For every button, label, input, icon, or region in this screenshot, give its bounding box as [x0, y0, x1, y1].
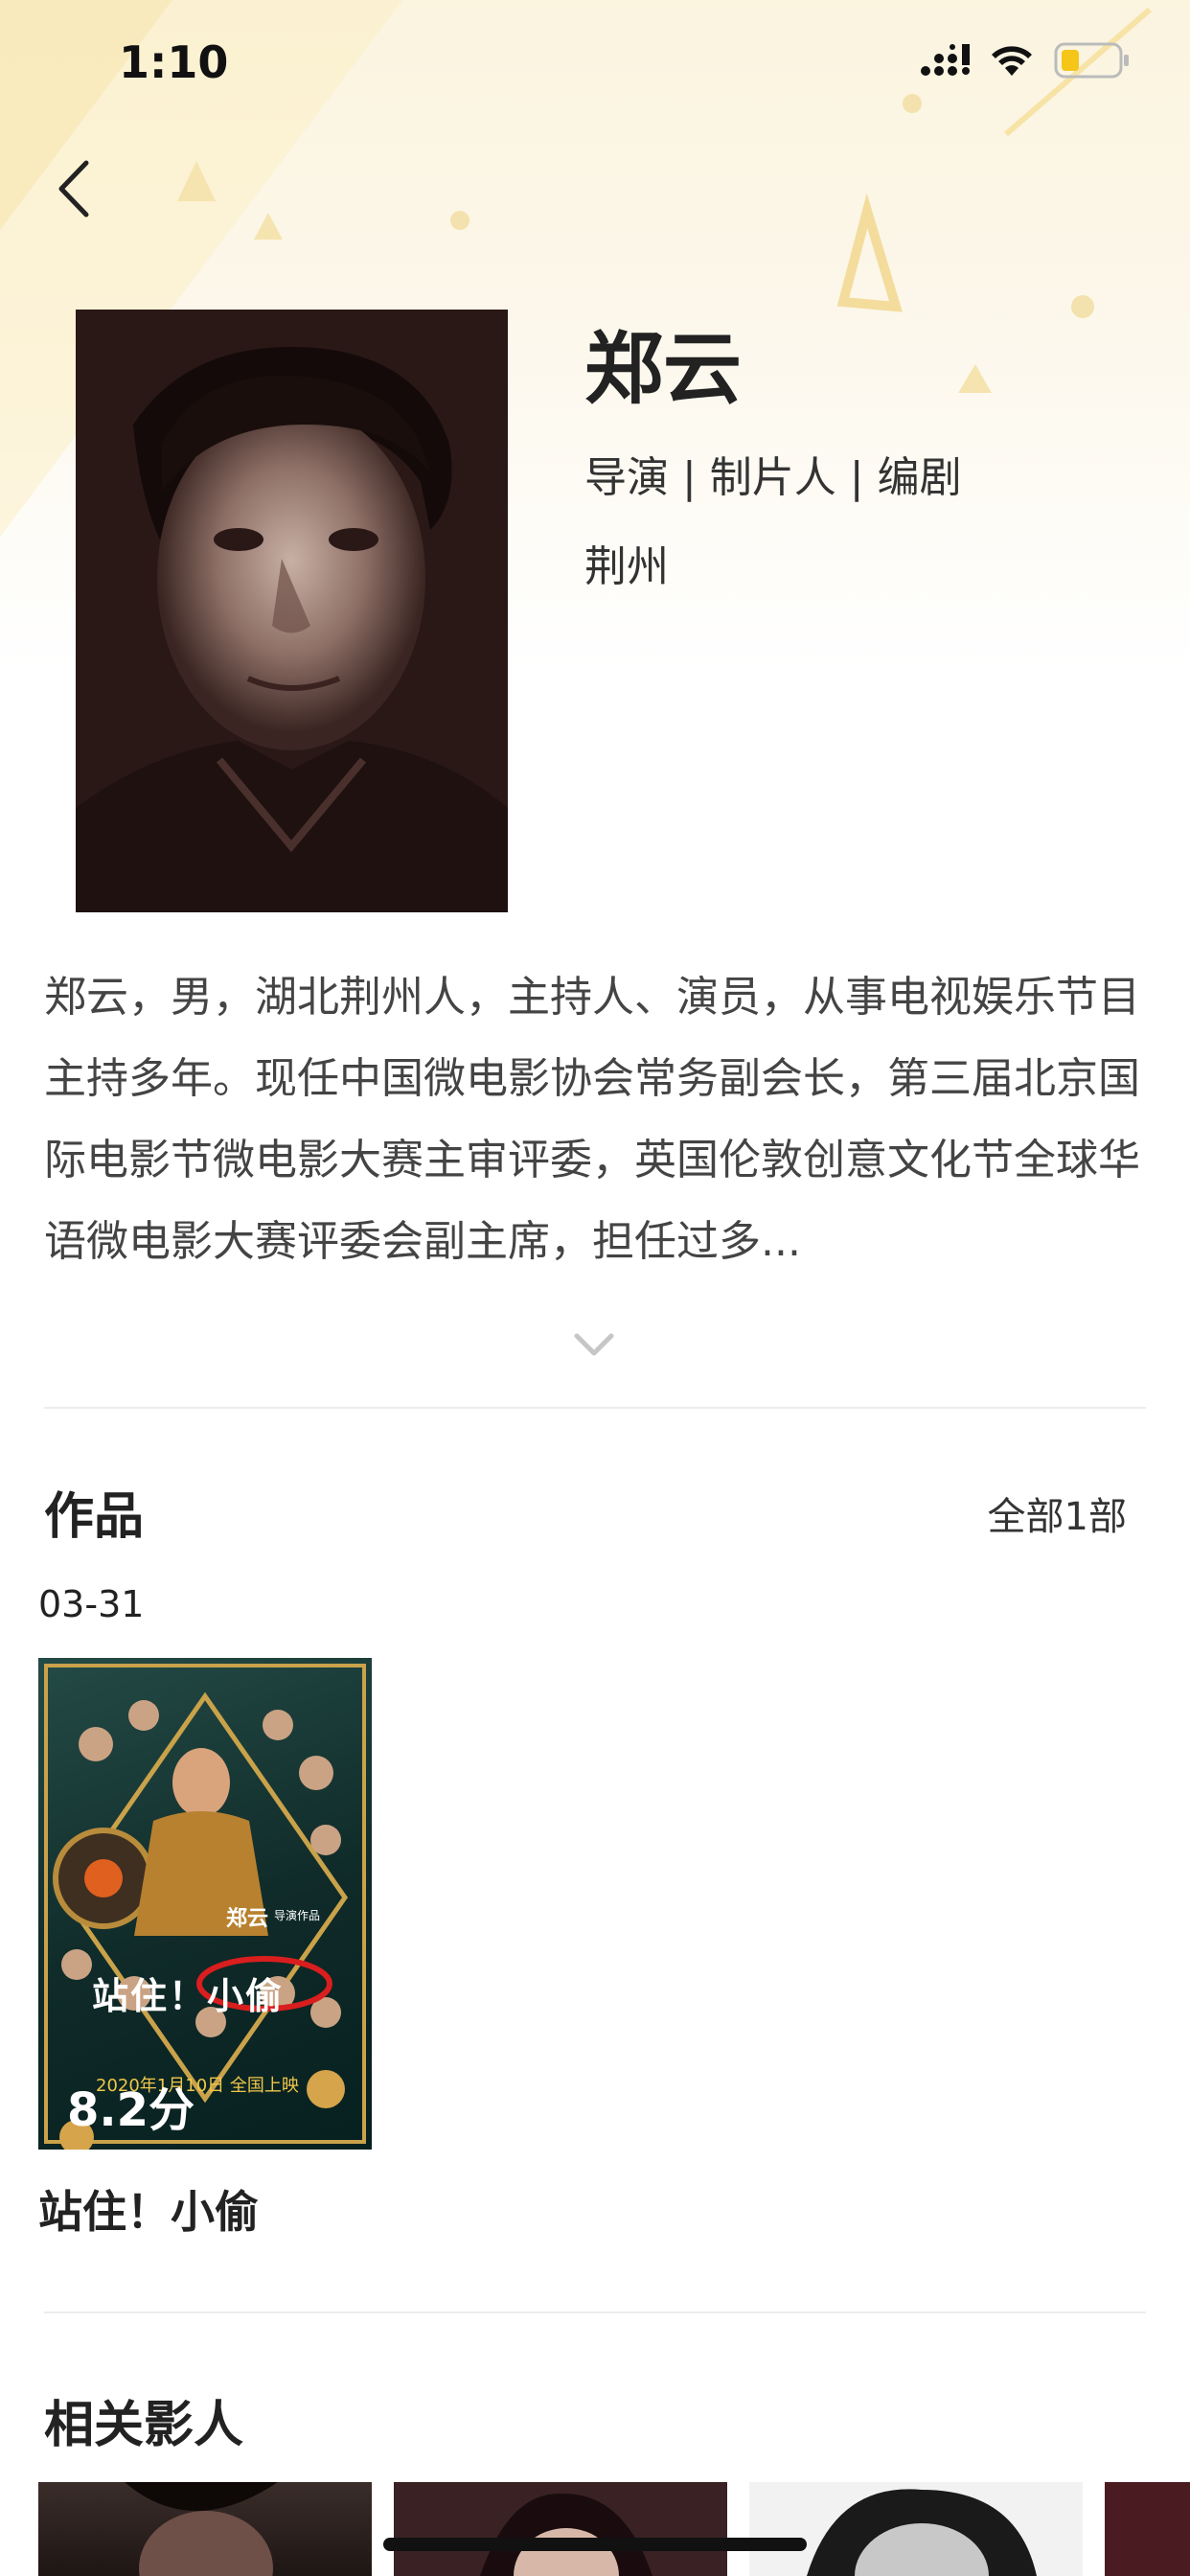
- works-section-title: 作品: [44, 1488, 145, 1546]
- person-hometown: 荆州: [584, 542, 669, 591]
- person-portrait: [76, 310, 508, 912]
- status-time: 1:10: [119, 36, 229, 88]
- related-person-card[interactable]: [394, 2482, 727, 2576]
- related-section-title: 相关影人: [44, 2397, 244, 2454]
- poster-director-credit: 郑云: [226, 1907, 269, 1931]
- work-title[interactable]: 站住！小偷: [38, 2177, 259, 2241]
- person-name: 郑云: [584, 324, 743, 415]
- divider: [44, 1407, 1146, 1409]
- poster-director-suffix: 导演作品: [274, 1909, 321, 1922]
- related-person-card[interactable]: [38, 2482, 372, 2576]
- divider: [44, 2312, 1146, 2313]
- person-roles: 导演 | 制片人 | 编剧: [584, 453, 962, 502]
- chevron-left-icon: [58, 160, 89, 218]
- person-bio: 郑云，男，湖北荆州人，主持人、演员，从事电视娱乐节目主持多年。现任中国微电影协会…: [44, 973, 1140, 1266]
- related-person-photo: [807, 2489, 1037, 2576]
- related-person-card[interactable]: [749, 2482, 1083, 2576]
- poster-logo: 站住！小偷: [92, 1975, 285, 2017]
- back-button[interactable]: [50, 155, 98, 222]
- wifi-icon: [992, 46, 1032, 76]
- status-icons: [920, 42, 1131, 79]
- work-rating: 8.2分: [67, 2083, 195, 2137]
- expand-bio-button[interactable]: [573, 1330, 615, 1359]
- cellular-signal-icon: [921, 44, 970, 76]
- works-all-link[interactable]: 全部1部: [988, 1485, 1127, 1541]
- chevron-down-icon: [574, 1333, 614, 1356]
- related-person-photo: [125, 2482, 278, 2576]
- battery-icon: [1054, 42, 1129, 79]
- related-person-photo: [480, 2493, 652, 2576]
- home-indicator: [383, 2538, 807, 2551]
- related-person-card[interactable]: [1105, 2482, 1190, 2576]
- work-date: 03-31: [38, 1583, 145, 1625]
